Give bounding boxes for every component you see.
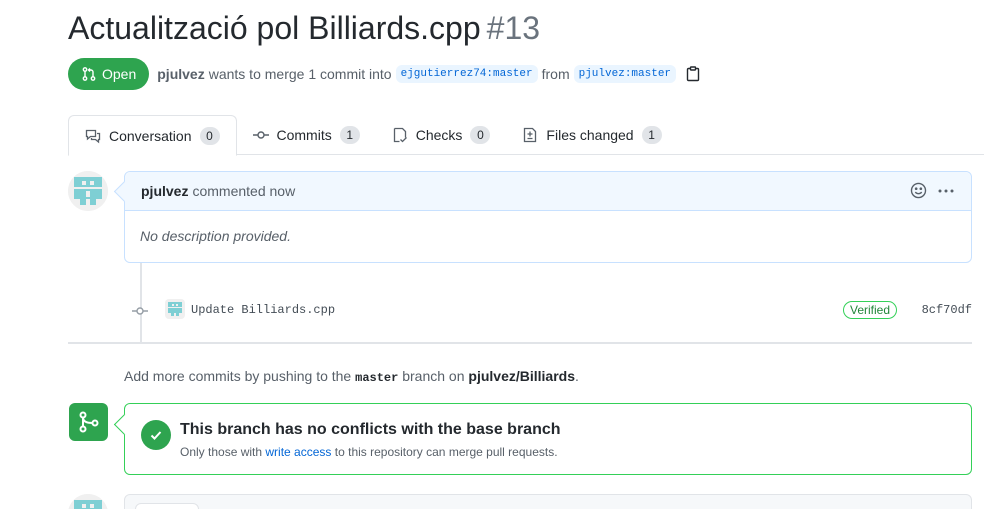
merge-text: wants to merge 1 commit into xyxy=(208,66,392,82)
avatar[interactable] xyxy=(68,171,108,211)
tab-conversation[interactable]: Conversation 0 xyxy=(68,115,237,156)
comment-discussion-icon xyxy=(85,129,101,143)
hint-suffix: . xyxy=(575,368,579,384)
pull-request-icon xyxy=(82,67,96,81)
new-comment-form xyxy=(124,494,972,509)
more-options-button[interactable] xyxy=(937,183,955,199)
pr-title: Actualització pol Billiards.cpp #13 xyxy=(68,10,540,47)
tab-write[interactable] xyxy=(135,503,199,509)
comment-time[interactable]: commented now xyxy=(192,183,295,199)
clippy-icon xyxy=(686,66,700,82)
tab-label: Commits xyxy=(276,127,332,143)
git-commit-icon xyxy=(132,304,148,320)
commit-row: Update Billiards.cpp Verified 8cf70df xyxy=(124,296,972,324)
pr-number: #13 xyxy=(486,10,541,46)
tab-checks[interactable]: Checks 0 xyxy=(376,115,507,155)
identicon xyxy=(165,299,185,319)
comment-author[interactable]: pjulvez xyxy=(141,183,188,199)
git-merge-icon xyxy=(79,411,98,433)
add-reaction-button[interactable] xyxy=(910,182,927,199)
check-icon xyxy=(141,420,171,450)
merge-status-title: This branch has no conflicts with the ba… xyxy=(180,421,561,438)
hint-repo: pjulvez/Billiards xyxy=(468,368,575,384)
pr-meta: Open pjulvez wants to merge 1 commit int… xyxy=(68,58,700,90)
comment-box: pjulvez commented now No description pro… xyxy=(124,171,972,263)
identicon xyxy=(68,494,108,509)
tab-counter: 0 xyxy=(199,126,220,145)
checklist-icon xyxy=(393,127,407,143)
state-label: Open xyxy=(102,66,137,82)
identicon xyxy=(68,171,108,211)
write-access-link[interactable]: write access xyxy=(265,445,331,459)
from-text: from xyxy=(541,66,570,82)
avatar[interactable] xyxy=(68,494,108,509)
tab-commits[interactable]: Commits 1 xyxy=(237,115,376,155)
head-branch[interactable]: pjulvez:master xyxy=(573,65,677,83)
author-link[interactable]: pjulvez xyxy=(157,66,204,82)
smiley-icon xyxy=(910,182,927,199)
tab-label: Checks xyxy=(415,127,463,143)
pr-tabs: Conversation 0 Commits 1 Checks 0 Files … xyxy=(68,115,984,156)
kebab-horizontal-icon xyxy=(938,189,954,192)
git-commit-icon xyxy=(252,131,269,139)
merge-description: pjulvez wants to merge 1 commit into ejg… xyxy=(157,65,700,83)
tab-files-changed[interactable]: Files changed 1 xyxy=(506,115,677,155)
tab-counter: 0 xyxy=(470,126,491,144)
merge-status-box: This branch has no conflicts with the ba… xyxy=(124,403,972,475)
comment-header: pjulvez commented now xyxy=(125,172,971,211)
hint-branch: master xyxy=(355,371,399,385)
comment-body: No description provided. xyxy=(140,228,291,244)
commit-avatar[interactable] xyxy=(165,299,185,319)
verified-badge[interactable]: Verified xyxy=(843,301,898,319)
commit-sha-link[interactable]: 8cf70df xyxy=(922,303,972,317)
merge-sub-suffix: to this repository can merge pull reques… xyxy=(334,445,558,459)
timeline-divider xyxy=(68,342,972,344)
state-badge: Open xyxy=(68,58,150,90)
commit-message-link[interactable]: Update Billiards.cpp xyxy=(191,303,335,317)
merge-status-subtitle: Only those with write access to this rep… xyxy=(180,445,558,459)
hint-prefix: Add more commits by pushing to the xyxy=(124,368,352,384)
merge-status-icon-box xyxy=(69,403,108,441)
pr-title-text: Actualització pol Billiards.cpp xyxy=(68,10,481,46)
push-hint: Add more commits by pushing to the maste… xyxy=(124,368,579,385)
merge-sub-prefix: Only those with xyxy=(180,445,263,459)
comment-actions xyxy=(900,182,955,199)
tab-counter: 1 xyxy=(641,126,662,144)
file-diff-icon xyxy=(524,127,537,143)
tab-counter: 1 xyxy=(339,126,360,144)
base-branch[interactable]: ejgutierrez74:master xyxy=(395,65,538,83)
copy-branch-button[interactable] xyxy=(686,66,700,82)
tab-label: Conversation xyxy=(109,127,192,144)
tab-label: Files changed xyxy=(546,127,634,143)
hint-middle: branch on xyxy=(402,368,465,384)
